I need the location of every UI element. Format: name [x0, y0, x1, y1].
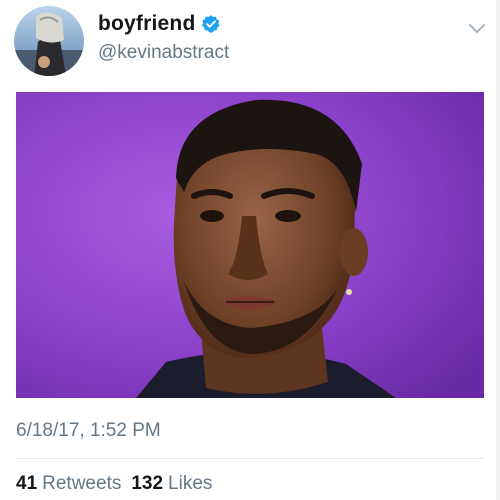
likes-count: 132 — [131, 473, 164, 494]
tweet-card: boyfriend @kevinabstract 6/18/17, 1:52 P… — [0, 0, 500, 500]
retweets-count: 41 — [16, 473, 38, 494]
scrollbar[interactable] — [496, 0, 500, 500]
retweets-label: Retweets — [42, 473, 122, 494]
likes-label: Likes — [168, 473, 213, 494]
verified-badge-icon — [201, 14, 221, 34]
display-name-text: boyfriend — [98, 12, 196, 35]
user-handle[interactable]: @kevinabstract — [98, 42, 229, 64]
likes-stat[interactable]: 132 Likes — [131, 473, 212, 495]
retweets-stat[interactable]: 41 Retweets — [16, 473, 121, 495]
divider — [16, 458, 484, 459]
tweet-media-image[interactable] — [16, 92, 484, 398]
chevron-down-icon[interactable] — [468, 22, 486, 34]
avatar[interactable] — [14, 6, 84, 76]
display-name[interactable]: boyfriend — [98, 12, 221, 36]
tweet-stats: 41 Retweets 132 Likes — [16, 473, 212, 495]
tweet-timestamp[interactable]: 6/18/17, 1:52 PM — [16, 420, 161, 442]
